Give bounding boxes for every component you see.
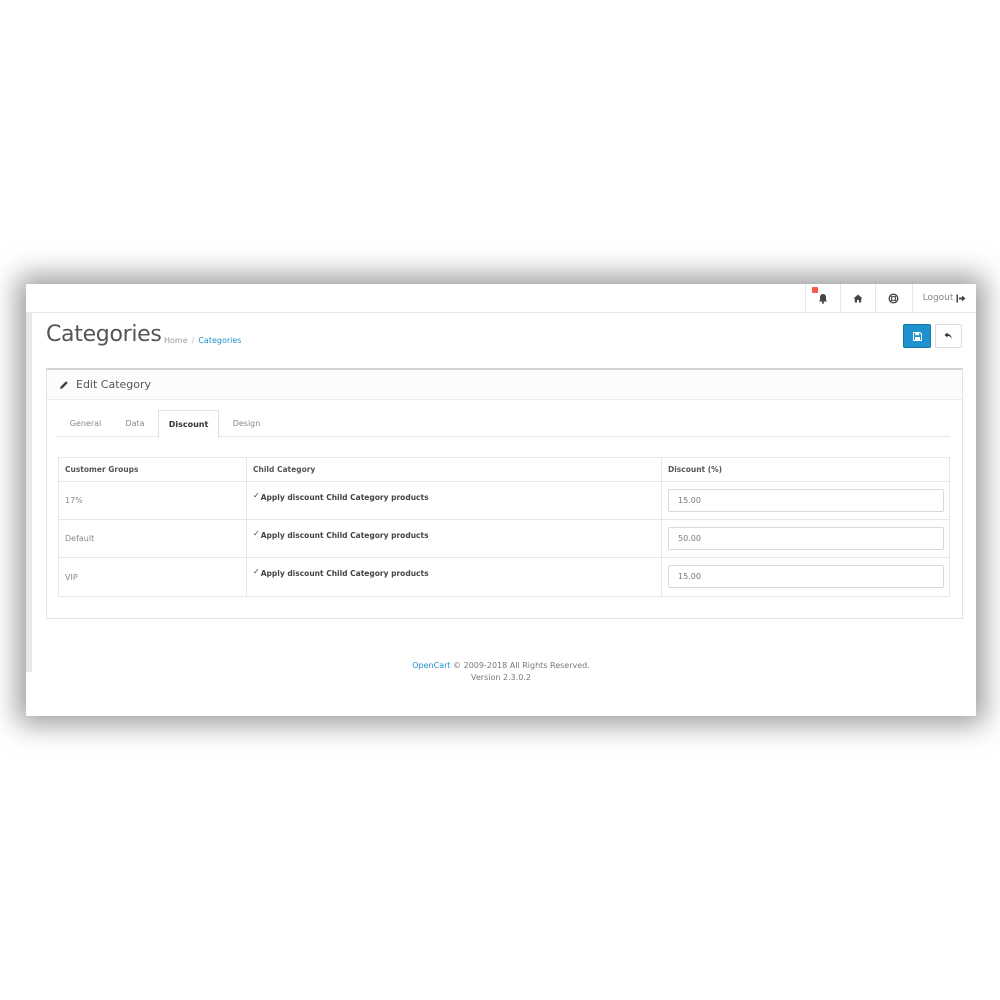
panel-title: Edit Category (76, 378, 152, 391)
discount-input[interactable]: 15.00 (668, 565, 944, 588)
table-row: VIP ✓ Apply discount Child Category prod… (59, 558, 949, 596)
apply-child-label: Apply discount Child Category products (260, 569, 429, 578)
breadcrumb-categories[interactable]: Categories (198, 336, 241, 345)
check-icon: ✓ (253, 491, 260, 500)
page-title: Categories (46, 322, 162, 347)
footer-copyright-line: OpenCart © 2009-2018 All Rights Reserved… (26, 660, 976, 672)
breadcrumb-separator: / (191, 336, 195, 345)
logout-button[interactable]: Logout (912, 284, 976, 312)
tab-bar: General Data Discount Design (57, 410, 950, 438)
discount-input[interactable]: 15.00 (668, 489, 944, 512)
cancel-button[interactable] (935, 324, 962, 348)
table-row: 17% ✓ Apply discount Child Category prod… (59, 482, 949, 520)
sign-out-icon (956, 294, 966, 302)
discount-cell: 50.00 (661, 520, 949, 557)
tab-design[interactable]: Design (219, 410, 274, 437)
footer: OpenCart © 2009-2018 All Rights Reserved… (26, 660, 976, 684)
table-header-row: Customer Groups Child Category Discount … (59, 458, 949, 482)
bell-icon (818, 293, 827, 304)
column-header-child-category: Child Category (246, 458, 661, 481)
home-icon (853, 294, 862, 302)
tab-data[interactable]: Data (114, 410, 156, 437)
life-ring-icon (888, 293, 899, 303)
breadcrumb: Home / Categories (164, 336, 241, 345)
column-header-discount: Discount (%) (661, 458, 949, 481)
pencil-icon (60, 380, 68, 389)
notifications-button[interactable] (805, 284, 839, 312)
tab-discount[interactable]: Discount (158, 410, 219, 438)
notification-badge (812, 287, 818, 293)
table-row: Default ✓ Apply discount Child Category … (59, 520, 949, 558)
discount-input[interactable]: 50.00 (668, 527, 944, 550)
home-button[interactable] (840, 284, 874, 312)
admin-window: Logout Categories Home / Categories Edit C… (26, 284, 976, 716)
apply-child-checkbox[interactable]: ✓ Apply discount Child Category products (246, 482, 661, 519)
reply-icon (944, 332, 952, 339)
edit-category-panel: Edit Category General Data Discount Desi… (46, 368, 963, 619)
save-icon (912, 331, 922, 341)
customer-group-name: 17% (65, 496, 83, 505)
apply-child-label: Apply discount Child Category products (260, 493, 429, 502)
left-sidebar-strip (26, 312, 32, 672)
apply-child-checkbox[interactable]: ✓ Apply discount Child Category products (246, 520, 661, 557)
customer-group-name: VIP (65, 572, 78, 582)
footer-copyright: © 2009-2018 All Rights Reserved. (450, 661, 590, 670)
tab-general[interactable]: General (57, 410, 114, 437)
discount-cell: 15.00 (661, 558, 949, 596)
apply-child-label: Apply discount Child Category products (260, 531, 429, 540)
breadcrumb-home[interactable]: Home (164, 336, 188, 345)
check-icon: ✓ (253, 567, 260, 576)
discount-table: Customer Groups Child Category Discount … (58, 457, 950, 597)
support-button[interactable] (875, 284, 911, 312)
logout-label: Logout (922, 293, 954, 303)
save-button[interactable] (903, 324, 931, 348)
footer-version: Version 2.3.0.2 (471, 673, 531, 682)
top-header: Logout (26, 284, 976, 313)
discount-cell: 15.00 (661, 482, 949, 519)
panel-heading: Edit Category (47, 370, 962, 400)
apply-child-checkbox[interactable]: ✓ Apply discount Child Category products (246, 558, 661, 596)
customer-group-name: Default (65, 534, 95, 543)
opencart-link[interactable]: OpenCart (412, 661, 450, 670)
column-header-customer-groups: Customer Groups (65, 465, 139, 474)
check-icon: ✓ (253, 529, 260, 538)
